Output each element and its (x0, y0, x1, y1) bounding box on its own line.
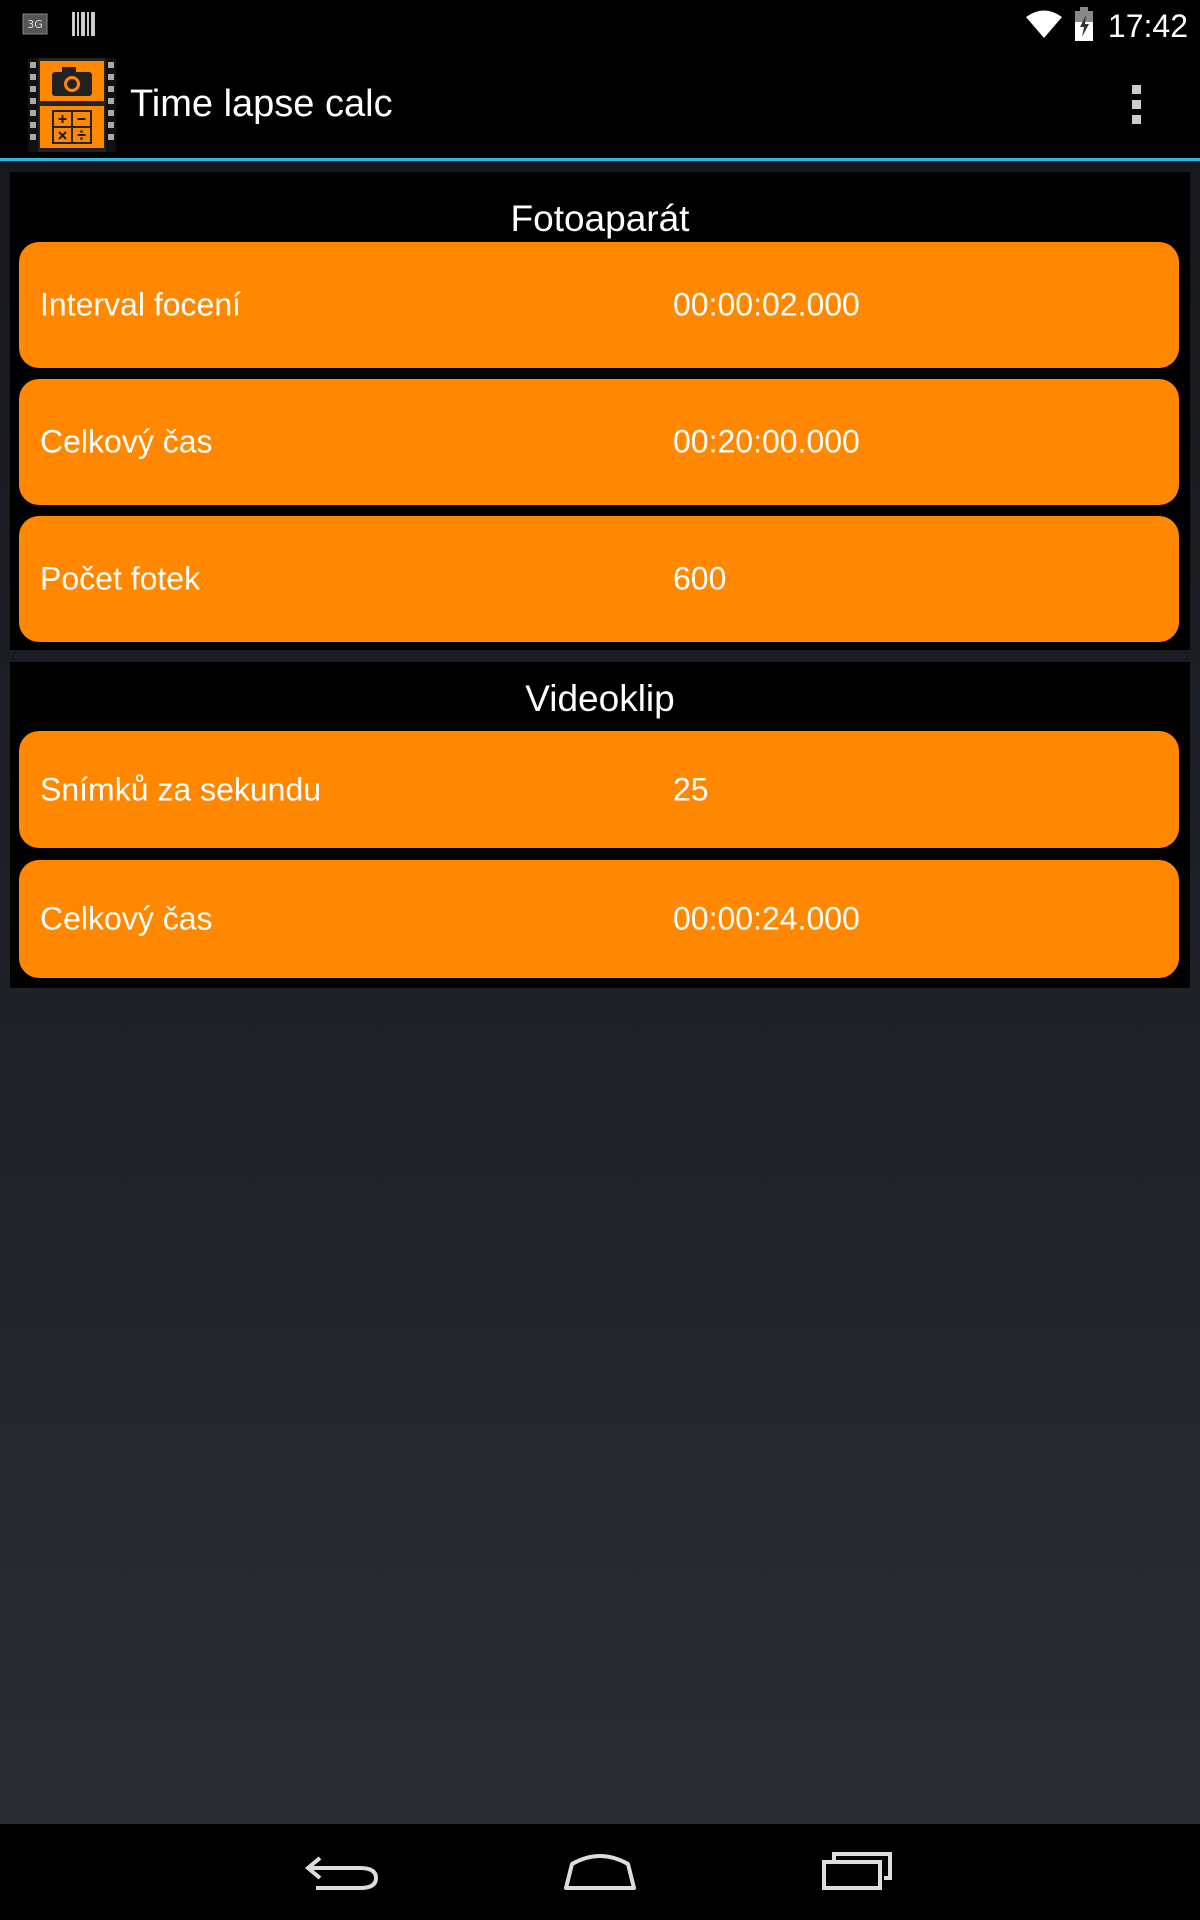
row-label: Počet fotek (40, 560, 201, 597)
network-3g-icon: 3G (22, 13, 48, 35)
section-title-camera: Fotoaparát (510, 198, 690, 239)
row-label: Snímků za sekundu (40, 771, 322, 807)
row-label: Interval focení (40, 286, 241, 323)
action-bar: Time lapse calc (0, 50, 1200, 161)
battery-charging-icon (1075, 7, 1093, 41)
wifi-icon (1026, 10, 1062, 38)
section-title-video: Videoklip (525, 678, 675, 719)
row-video-total-time[interactable]: Celkový čas 00:00:24.000 (19, 860, 1179, 978)
row-value: 00:00:24.000 (673, 900, 860, 937)
row-value: 25 (673, 771, 709, 807)
row-label: Celkový čas (40, 423, 213, 460)
row-shooting-interval[interactable]: Interval focení 00:00:02.000 (19, 242, 1179, 368)
recents-icon (822, 1852, 892, 1890)
row-photo-count[interactable]: Počet fotek 600 (19, 516, 1179, 642)
row-value: 600 (673, 560, 727, 597)
row-frames-per-second[interactable]: Snímků za sekundu 25 (19, 731, 1179, 848)
barcode-icon (72, 12, 95, 36)
back-button[interactable] (298, 1846, 390, 1898)
home-button[interactable] (558, 1846, 642, 1898)
status-bar: 3G 17:42 (0, 0, 1200, 50)
row-value: 00:00:02.000 (673, 286, 860, 323)
overflow-menu-icon (1132, 85, 1141, 124)
app-icon-button[interactable] (28, 58, 116, 152)
overflow-menu-button[interactable] (1120, 80, 1154, 130)
video-section: Videoklip Snímků za sekundu 25 Celkový č… (10, 662, 1190, 988)
recents-button[interactable] (816, 1846, 900, 1898)
svg-text:3G: 3G (27, 18, 43, 31)
row-value: 00:20:00.000 (673, 423, 860, 460)
camera-section: Fotoaparát Interval focení 00:00:02.000 … (10, 172, 1190, 650)
content-area: Fotoaparát Interval focení 00:00:02.000 … (0, 161, 1200, 1824)
home-icon (564, 1854, 636, 1890)
row-total-time[interactable]: Celkový čas 00:20:00.000 (19, 379, 1179, 505)
status-time: 17:42 (1107, 8, 1188, 44)
back-icon (304, 1856, 379, 1890)
app-title: Time lapse calc (130, 83, 393, 125)
row-label: Celkový čas (40, 900, 213, 937)
camera-calculator-icon (28, 58, 116, 152)
navigation-bar (0, 1824, 1200, 1920)
